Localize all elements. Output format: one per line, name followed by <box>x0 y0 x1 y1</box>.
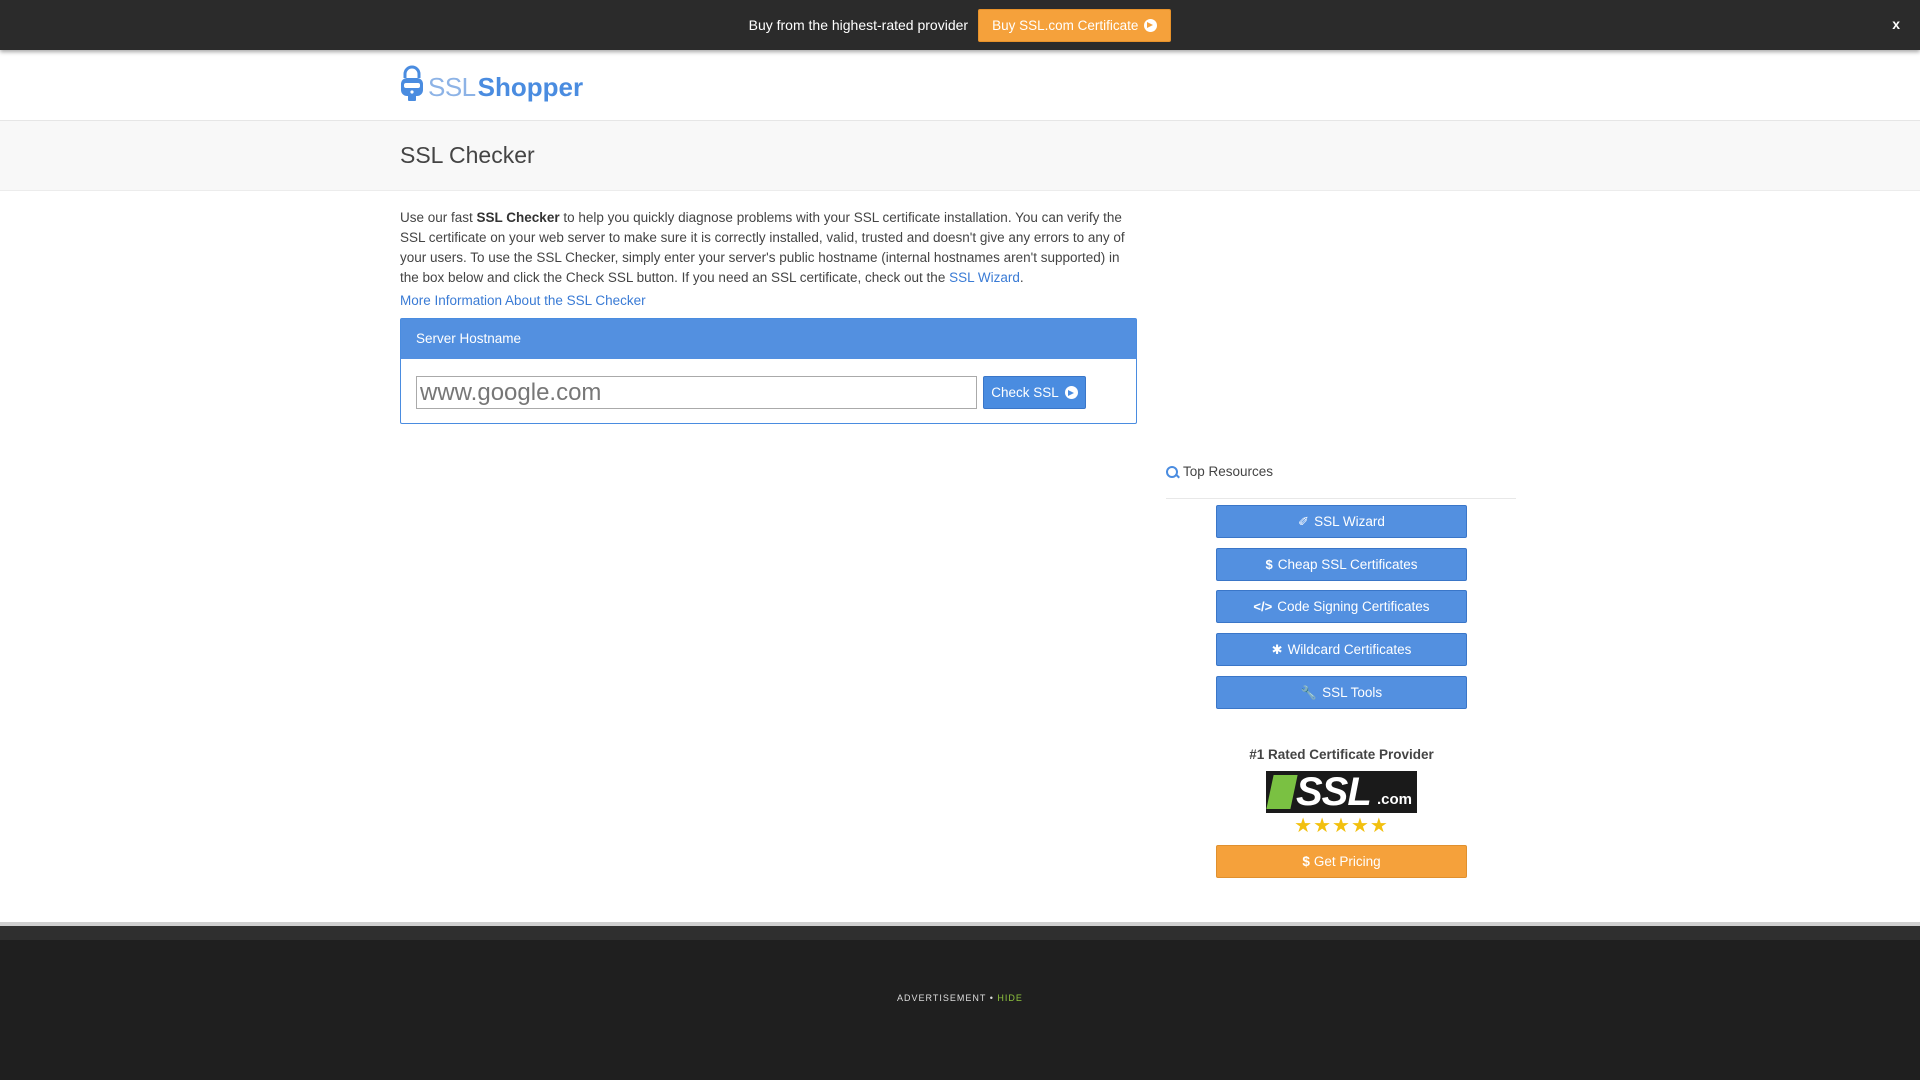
more-information-link[interactable]: More Information About the SSL Checker <box>400 293 646 308</box>
server-hostname-input[interactable] <box>416 376 977 409</box>
ssl-com-logo[interactable]: SSL .com <box>1266 771 1417 813</box>
ssl-wizard-link[interactable]: SSL Wizard <box>949 270 1020 285</box>
top-resources-heading: Top Resources <box>1166 464 1516 499</box>
advertisement-label: ADVERTISEMENT <box>897 993 987 1003</box>
padlock-mascot-icon <box>400 65 424 102</box>
get-pricing-button[interactable]: $ Get Pricing <box>1216 845 1467 878</box>
five-star-rating: ★★★★★ <box>1294 815 1389 837</box>
dollar-icon: $ <box>1302 854 1310 869</box>
arrow-circle-right-icon <box>1144 18 1158 32</box>
advertisement-line: ADVERTISEMENT • HIDE <box>0 993 1920 1003</box>
arrow-circle-right-icon <box>1064 386 1078 399</box>
code-icon: </> <box>1253 599 1273 614</box>
check-ssl-button[interactable]: Check SSL <box>983 376 1086 409</box>
promo-text: Buy from the highest-rated provider <box>748 17 969 33</box>
search-icon <box>1166 466 1179 479</box>
buy-ssl-certificate-button[interactable]: Buy SSL.com Certificate <box>978 8 1172 42</box>
ssl-tools-label: SSL Tools <box>1322 685 1383 700</box>
buy-ssl-certificate-label: Buy SSL.com Certificate <box>992 17 1139 33</box>
code-signing-certificates-label: Code Signing Certificates <box>1277 599 1430 614</box>
footer-band <box>0 926 1920 940</box>
wrench-icon: 🔧 <box>1300 684 1318 700</box>
site-header: SSL Shopper <box>0 50 1920 121</box>
logo-text-ssl: SSL <box>428 72 476 102</box>
asterisk-icon: ✱ <box>1271 641 1283 657</box>
intro-text-1: Use our fast <box>400 210 477 225</box>
ssl-wizard-button[interactable]: ✐ SSL Wizard <box>1216 505 1467 538</box>
intro-text-3: . <box>1019 270 1024 285</box>
ssl-com-mark-icon <box>1266 775 1298 809</box>
close-promo-button[interactable]: x <box>1892 16 1900 32</box>
wildcard-certificates-label: Wildcard Certificates <box>1287 642 1412 657</box>
intro-paragraph: Use our fast SSL Checker to help you qui… <box>400 208 1140 288</box>
logo-text-shopper: Shopper <box>477 72 584 102</box>
wildcard-certificates-button[interactable]: ✱ Wildcard Certificates <box>1216 633 1467 666</box>
ssl-tools-button[interactable]: 🔧 SSL Tools <box>1216 676 1467 709</box>
title-band: SSL Checker <box>0 121 1920 191</box>
ssl-wizard-button-label: SSL Wizard <box>1314 514 1385 529</box>
check-ssl-label: Check SSL <box>991 385 1059 400</box>
advertisement-footer: ADVERTISEMENT • HIDE <box>0 940 1920 1080</box>
ssl-checker-panel: Server Hostname Check SSL <box>400 318 1137 424</box>
promo-bar: Buy from the highest-rated provider Buy … <box>0 0 1920 50</box>
ssl-com-logo-suffix: .com <box>1377 791 1413 808</box>
hide-ad-link[interactable]: HIDE <box>997 993 1023 1003</box>
rated-provider-title: #1 Rated Certificate Provider <box>1249 747 1434 762</box>
cheap-ssl-certificates-label: Cheap SSL Certificates <box>1277 557 1418 572</box>
dollar-icon: $ <box>1265 557 1273 572</box>
ssl-com-logo-text: SSL <box>1296 770 1372 814</box>
panel-heading: Server Hostname <box>401 319 1136 359</box>
cheap-ssl-certificates-button[interactable]: $ Cheap SSL Certificates <box>1216 548 1467 581</box>
get-pricing-label: Get Pricing <box>1313 854 1381 869</box>
code-signing-certificates-button[interactable]: </> Code Signing Certificates <box>1216 590 1467 623</box>
intro-bold-ssl-checker: SSL Checker <box>476 210 560 225</box>
top-resources-label: Top Resources <box>1183 464 1274 479</box>
page-title: SSL Checker <box>400 142 535 168</box>
magic-wand-icon: ✐ <box>1298 513 1310 529</box>
separator-dot: • <box>989 993 994 1003</box>
sslshopper-logo[interactable]: SSL Shopper <box>400 65 583 102</box>
